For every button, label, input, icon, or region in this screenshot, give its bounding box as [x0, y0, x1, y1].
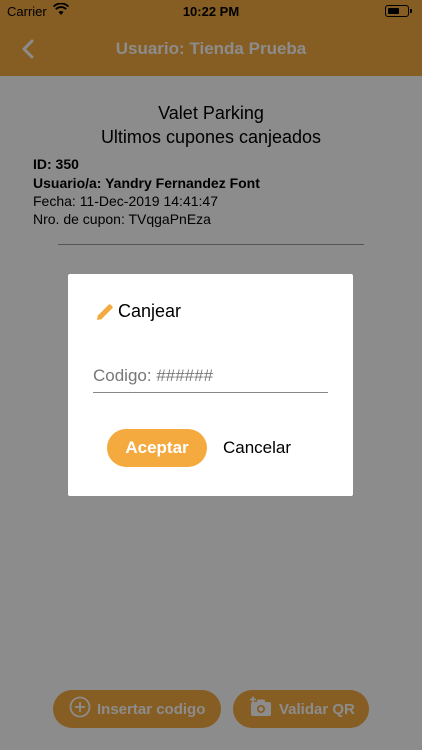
redeem-dialog: Canjear Aceptar Cancelar	[68, 274, 353, 496]
accept-button[interactable]: Aceptar	[107, 429, 207, 467]
cancel-button[interactable]: Cancelar	[223, 429, 291, 467]
pencil-icon	[94, 301, 116, 328]
code-input[interactable]	[93, 359, 328, 393]
dialog-title: Canjear	[118, 301, 182, 321]
